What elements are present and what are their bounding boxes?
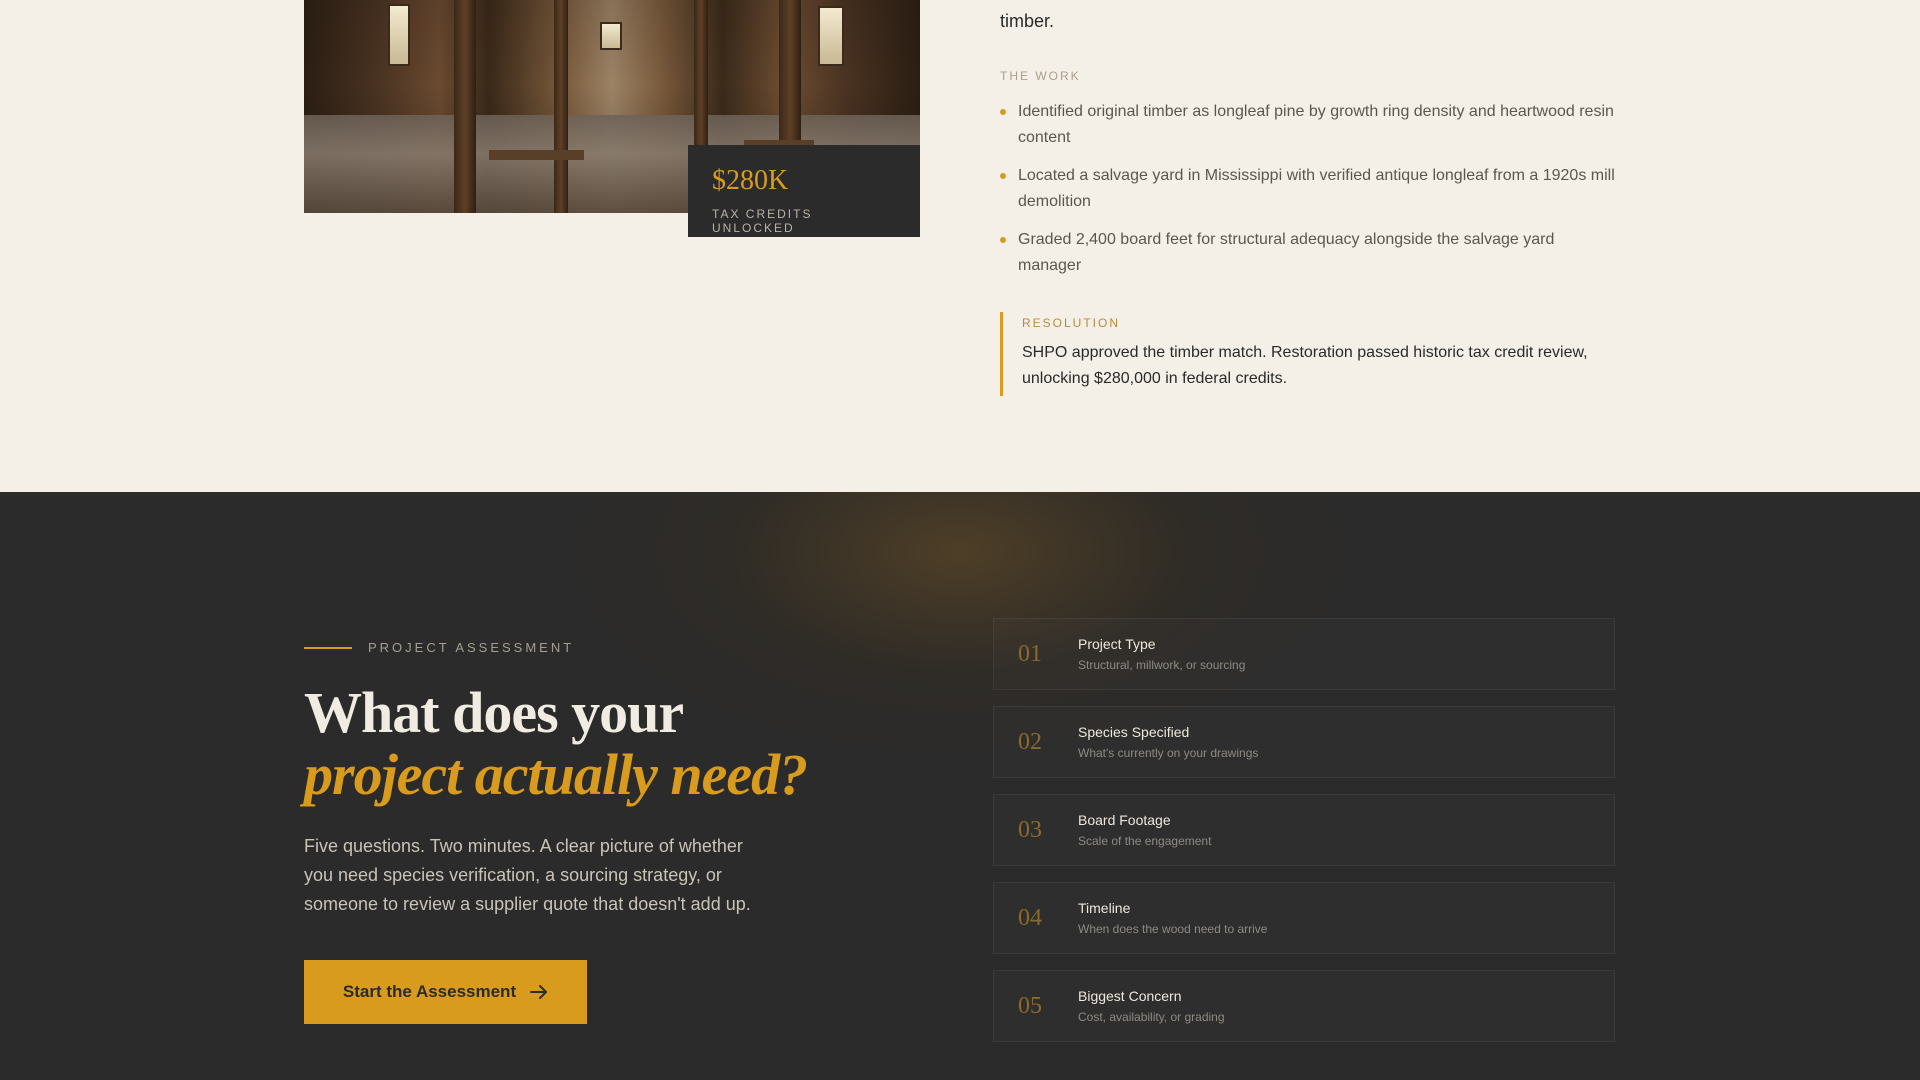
bullet-icon bbox=[1000, 173, 1006, 179]
step-subtitle: Cost, availability, or grading bbox=[1078, 1010, 1225, 1024]
step-title: Project Type bbox=[1078, 636, 1156, 652]
case-study-section: $280K TAX CREDITS UNLOCKED timber. THE W… bbox=[0, 0, 1920, 492]
step-board-footage: 03 Board Footage Scale of the engagement bbox=[993, 794, 1615, 866]
resolution-callout: RESOLUTION SHPO approved the timber matc… bbox=[1000, 312, 1620, 396]
intro-text: timber. bbox=[1000, 11, 1055, 31]
step-number: 02 bbox=[1018, 728, 1042, 755]
tax-credit-stat: $280K TAX CREDITS UNLOCKED bbox=[688, 145, 920, 237]
work-item-text: Graded 2,400 board feet for structural a… bbox=[1018, 231, 1555, 274]
step-timeline: 04 Timeline When does the wood need to a… bbox=[993, 882, 1615, 954]
section-lede: Five questions. Two minutes. A clear pic… bbox=[304, 836, 751, 914]
heading-line-2: project actually need? bbox=[304, 742, 808, 807]
eyebrow: PROJECT ASSESSMENT bbox=[304, 640, 574, 655]
step-title: Species Specified bbox=[1078, 724, 1190, 740]
step-title: Timeline bbox=[1078, 900, 1131, 916]
step-number: 01 bbox=[1018, 640, 1042, 667]
step-subtitle: Structural, millwork, or sourcing bbox=[1078, 658, 1246, 672]
step-title: Biggest Concern bbox=[1078, 988, 1182, 1004]
resolution-text: SHPO approved the timber match. Restorat… bbox=[1022, 344, 1588, 387]
start-assessment-button[interactable]: Start the Assessment bbox=[304, 960, 587, 1024]
list-item: Identified original timber as longleaf p… bbox=[1000, 99, 1620, 151]
section-heading: What does your project actually need? bbox=[304, 680, 808, 807]
work-item-text: Located a salvage yard in Mississippi wi… bbox=[1018, 167, 1615, 210]
work-list: Identified original timber as longleaf p… bbox=[1000, 99, 1620, 291]
arrow-right-icon bbox=[530, 985, 548, 999]
step-subtitle: When does the wood need to arrive bbox=[1078, 922, 1268, 936]
cta-label: Start the Assessment bbox=[342, 982, 517, 1001]
resolution-label: RESOLUTION bbox=[1022, 316, 1121, 330]
bullet-icon bbox=[1000, 109, 1006, 115]
step-project-type: 01 Project Type Structural, millwork, or… bbox=[993, 618, 1615, 690]
step-number: 05 bbox=[1018, 992, 1042, 1019]
stat-label: TAX CREDITS UNLOCKED bbox=[712, 207, 813, 235]
heading-line-1: What does your bbox=[304, 680, 684, 745]
list-item: Located a salvage yard in Mississippi wi… bbox=[1000, 163, 1620, 215]
bullet-icon bbox=[1000, 237, 1006, 243]
work-item-text: Identified original timber as longleaf p… bbox=[1018, 103, 1614, 146]
step-biggest-concern: 05 Biggest Concern Cost, availability, o… bbox=[993, 970, 1615, 1042]
step-subtitle: Scale of the engagement bbox=[1078, 834, 1212, 848]
step-species-specified: 02 Species Specified What's currently on… bbox=[993, 706, 1615, 778]
list-item: Graded 2,400 board feet for structural a… bbox=[1000, 227, 1620, 279]
work-label: THE WORK bbox=[1000, 69, 1081, 83]
step-subtitle: What's currently on your drawings bbox=[1078, 746, 1259, 760]
step-title: Board Footage bbox=[1078, 812, 1171, 828]
step-number: 03 bbox=[1018, 816, 1042, 843]
eyebrow-text: PROJECT ASSESSMENT bbox=[368, 640, 575, 655]
eyebrow-line bbox=[304, 646, 352, 649]
assessment-section: PROJECT ASSESSMENT What does your projec… bbox=[0, 492, 1920, 1080]
step-number: 04 bbox=[1018, 904, 1042, 931]
assessment-steps: 01 Project Type Structural, millwork, or… bbox=[993, 618, 1615, 1058]
stat-value: $280K bbox=[712, 165, 789, 196]
